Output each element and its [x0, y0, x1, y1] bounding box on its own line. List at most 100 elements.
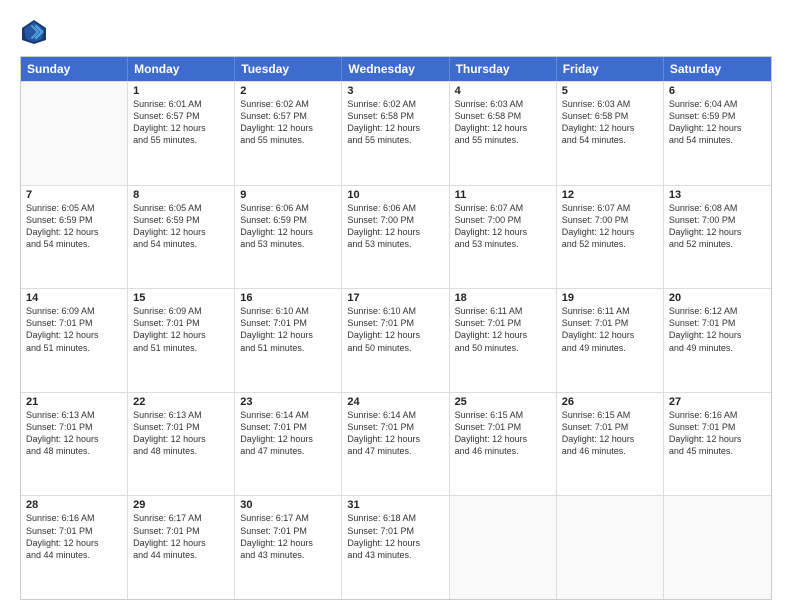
cell-line: Sunrise: 6:11 AM	[562, 305, 658, 317]
day-number: 19	[562, 292, 658, 304]
cell-line: Sunset: 7:01 PM	[240, 421, 336, 433]
cell-line: Daylight: 12 hours	[669, 226, 766, 238]
cell-line: Daylight: 12 hours	[347, 537, 443, 549]
cell-line: Sunrise: 6:05 AM	[133, 202, 229, 214]
cell-line: Sunrise: 6:02 AM	[347, 98, 443, 110]
cell-line: Sunset: 7:01 PM	[347, 421, 443, 433]
cell-line: Daylight: 12 hours	[347, 122, 443, 134]
day-number: 21	[26, 396, 122, 408]
cell-line: and 53 minutes.	[347, 238, 443, 250]
day-number: 15	[133, 292, 229, 304]
cal-header-friday: Friday	[557, 57, 664, 81]
cell-line: Sunset: 7:00 PM	[347, 214, 443, 226]
cal-cell-day-2: 2Sunrise: 6:02 AMSunset: 6:57 PMDaylight…	[235, 82, 342, 185]
cal-cell-day-5: 5Sunrise: 6:03 AMSunset: 6:58 PMDaylight…	[557, 82, 664, 185]
day-number: 7	[26, 189, 122, 201]
cal-cell-day-20: 20Sunrise: 6:12 AMSunset: 7:01 PMDayligh…	[664, 289, 771, 392]
day-number: 12	[562, 189, 658, 201]
cell-line: and 44 minutes.	[26, 549, 122, 561]
cell-line: Sunset: 7:01 PM	[26, 525, 122, 537]
day-number: 26	[562, 396, 658, 408]
cal-week-3: 14Sunrise: 6:09 AMSunset: 7:01 PMDayligh…	[21, 288, 771, 392]
day-number: 8	[133, 189, 229, 201]
cell-line: Sunrise: 6:03 AM	[455, 98, 551, 110]
cell-line: Sunrise: 6:09 AM	[133, 305, 229, 317]
cal-cell-empty	[450, 496, 557, 599]
day-number: 5	[562, 85, 658, 97]
cell-line: Sunrise: 6:08 AM	[669, 202, 766, 214]
cal-cell-day-21: 21Sunrise: 6:13 AMSunset: 7:01 PMDayligh…	[21, 393, 128, 496]
cell-line: and 45 minutes.	[669, 445, 766, 457]
cal-cell-day-6: 6Sunrise: 6:04 AMSunset: 6:59 PMDaylight…	[664, 82, 771, 185]
cell-line: Daylight: 12 hours	[26, 537, 122, 549]
logo	[20, 18, 54, 46]
cell-line: Daylight: 12 hours	[347, 433, 443, 445]
cell-line: and 47 minutes.	[240, 445, 336, 457]
day-number: 10	[347, 189, 443, 201]
cell-line: and 48 minutes.	[26, 445, 122, 457]
cell-line: Sunset: 7:01 PM	[133, 525, 229, 537]
cell-line: Daylight: 12 hours	[347, 329, 443, 341]
cell-line: Sunrise: 6:02 AM	[240, 98, 336, 110]
cell-line: Sunrise: 6:13 AM	[133, 409, 229, 421]
cell-line: and 54 minutes.	[562, 134, 658, 146]
logo-icon	[20, 18, 48, 46]
cell-line: Sunset: 7:01 PM	[347, 525, 443, 537]
cell-line: Sunrise: 6:17 AM	[240, 512, 336, 524]
cell-line: Sunset: 6:57 PM	[133, 110, 229, 122]
cal-cell-day-3: 3Sunrise: 6:02 AMSunset: 6:58 PMDaylight…	[342, 82, 449, 185]
cell-line: Sunset: 7:01 PM	[669, 421, 766, 433]
cell-line: and 49 minutes.	[562, 342, 658, 354]
cell-line: and 53 minutes.	[240, 238, 336, 250]
day-number: 6	[669, 85, 766, 97]
cell-line: and 44 minutes.	[133, 549, 229, 561]
cell-line: Sunrise: 6:13 AM	[26, 409, 122, 421]
cell-line: Daylight: 12 hours	[240, 226, 336, 238]
cal-cell-day-8: 8Sunrise: 6:05 AMSunset: 6:59 PMDaylight…	[128, 186, 235, 289]
cal-cell-day-23: 23Sunrise: 6:14 AMSunset: 7:01 PMDayligh…	[235, 393, 342, 496]
cell-line: Daylight: 12 hours	[133, 537, 229, 549]
cell-line: Daylight: 12 hours	[133, 433, 229, 445]
cell-line: and 54 minutes.	[26, 238, 122, 250]
cell-line: Sunrise: 6:15 AM	[562, 409, 658, 421]
cell-line: and 49 minutes.	[669, 342, 766, 354]
cell-line: and 43 minutes.	[240, 549, 336, 561]
day-number: 18	[455, 292, 551, 304]
cell-line: Sunset: 7:01 PM	[26, 317, 122, 329]
cal-week-5: 28Sunrise: 6:16 AMSunset: 7:01 PMDayligh…	[21, 495, 771, 599]
cell-line: Sunset: 6:58 PM	[347, 110, 443, 122]
cell-line: Daylight: 12 hours	[669, 433, 766, 445]
cell-line: Daylight: 12 hours	[455, 329, 551, 341]
cell-line: Sunrise: 6:14 AM	[347, 409, 443, 421]
cal-cell-empty	[21, 82, 128, 185]
day-number: 31	[347, 499, 443, 511]
cell-line: Daylight: 12 hours	[562, 226, 658, 238]
cell-line: Sunset: 6:59 PM	[240, 214, 336, 226]
cal-cell-day-25: 25Sunrise: 6:15 AMSunset: 7:01 PMDayligh…	[450, 393, 557, 496]
cal-header-wednesday: Wednesday	[342, 57, 449, 81]
cell-line: Sunset: 7:01 PM	[240, 317, 336, 329]
cal-cell-day-11: 11Sunrise: 6:07 AMSunset: 7:00 PMDayligh…	[450, 186, 557, 289]
cal-cell-day-31: 31Sunrise: 6:18 AMSunset: 7:01 PMDayligh…	[342, 496, 449, 599]
cell-line: Daylight: 12 hours	[26, 433, 122, 445]
cell-line: Sunrise: 6:10 AM	[240, 305, 336, 317]
header	[20, 18, 772, 46]
day-number: 1	[133, 85, 229, 97]
cal-header-saturday: Saturday	[664, 57, 771, 81]
cell-line: and 53 minutes.	[455, 238, 551, 250]
cell-line: Sunrise: 6:16 AM	[26, 512, 122, 524]
cell-line: Sunset: 7:01 PM	[347, 317, 443, 329]
cell-line: Daylight: 12 hours	[133, 122, 229, 134]
day-number: 20	[669, 292, 766, 304]
calendar: SundayMondayTuesdayWednesdayThursdayFrid…	[20, 56, 772, 600]
cell-line: Sunrise: 6:14 AM	[240, 409, 336, 421]
cal-cell-day-9: 9Sunrise: 6:06 AMSunset: 6:59 PMDaylight…	[235, 186, 342, 289]
cal-cell-day-18: 18Sunrise: 6:11 AMSunset: 7:01 PMDayligh…	[450, 289, 557, 392]
cell-line: Sunrise: 6:05 AM	[26, 202, 122, 214]
cell-line: Sunrise: 6:11 AM	[455, 305, 551, 317]
cell-line: Sunset: 6:59 PM	[26, 214, 122, 226]
day-number: 23	[240, 396, 336, 408]
cell-line: Daylight: 12 hours	[455, 433, 551, 445]
cal-header-monday: Monday	[128, 57, 235, 81]
cal-cell-day-29: 29Sunrise: 6:17 AMSunset: 7:01 PMDayligh…	[128, 496, 235, 599]
